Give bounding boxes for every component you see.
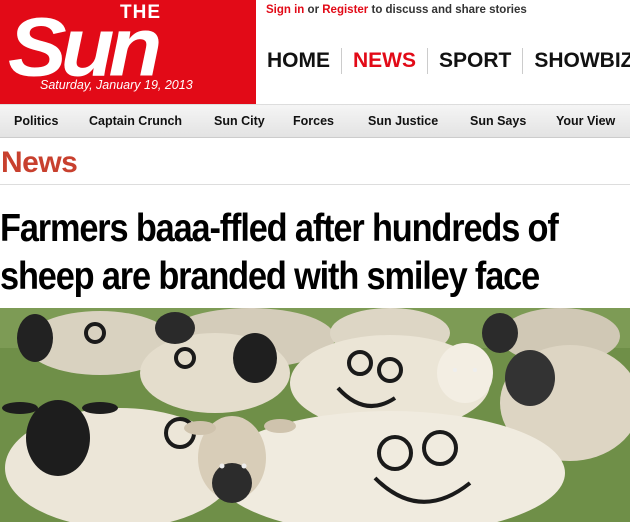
headline-line-2: sheep are branded with smiley face (0, 255, 540, 298)
sheep-photo-illustration (0, 308, 630, 522)
headline-line-1: Farmers baaa-ffled after hundreds of (0, 207, 559, 250)
signin-suffix: to discuss and share stories (371, 4, 527, 16)
subnav-sun-says[interactable]: Sun Says (470, 114, 526, 128)
masthead-date: Saturday, January 19, 2013 (40, 78, 193, 92)
logo-sun: Sun (8, 0, 162, 94)
nav-showbiz[interactable]: SHOWBIZ (523, 48, 630, 74)
masthead: THE Sun Saturday, January 19, 2013 Sign … (0, 0, 630, 104)
article-photo[interactable] (0, 308, 630, 522)
account-links: Sign in or Register to discuss and share… (266, 4, 527, 16)
sub-nav: Politics Captain Crunch Sun City Forces … (0, 104, 630, 138)
section-title[interactable]: News (1, 146, 78, 180)
subnav-politics[interactable]: Politics (14, 114, 58, 128)
article-headline: Farmers baaa-ffled after hundreds of she… (0, 205, 559, 301)
subnav-forces[interactable]: Forces (293, 114, 334, 128)
subnav-captain-crunch[interactable]: Captain Crunch (89, 114, 182, 128)
sun-logo[interactable]: THE Sun Saturday, January 19, 2013 (0, 0, 256, 104)
main-nav: HOME NEWS SPORT SHOWBIZ (256, 44, 630, 78)
subnav-sun-city[interactable]: Sun City (214, 114, 265, 128)
section-header: News (0, 139, 630, 185)
signin-link[interactable]: Sign in (266, 4, 304, 16)
register-link[interactable]: Register (322, 4, 368, 16)
nav-home[interactable]: HOME (256, 48, 342, 74)
nav-news[interactable]: NEWS (342, 48, 428, 74)
nav-sport[interactable]: SPORT (428, 48, 524, 74)
subnav-your-view[interactable]: Your View (556, 114, 615, 128)
subnav-sun-justice[interactable]: Sun Justice (368, 114, 438, 128)
signin-or: or (307, 4, 320, 16)
